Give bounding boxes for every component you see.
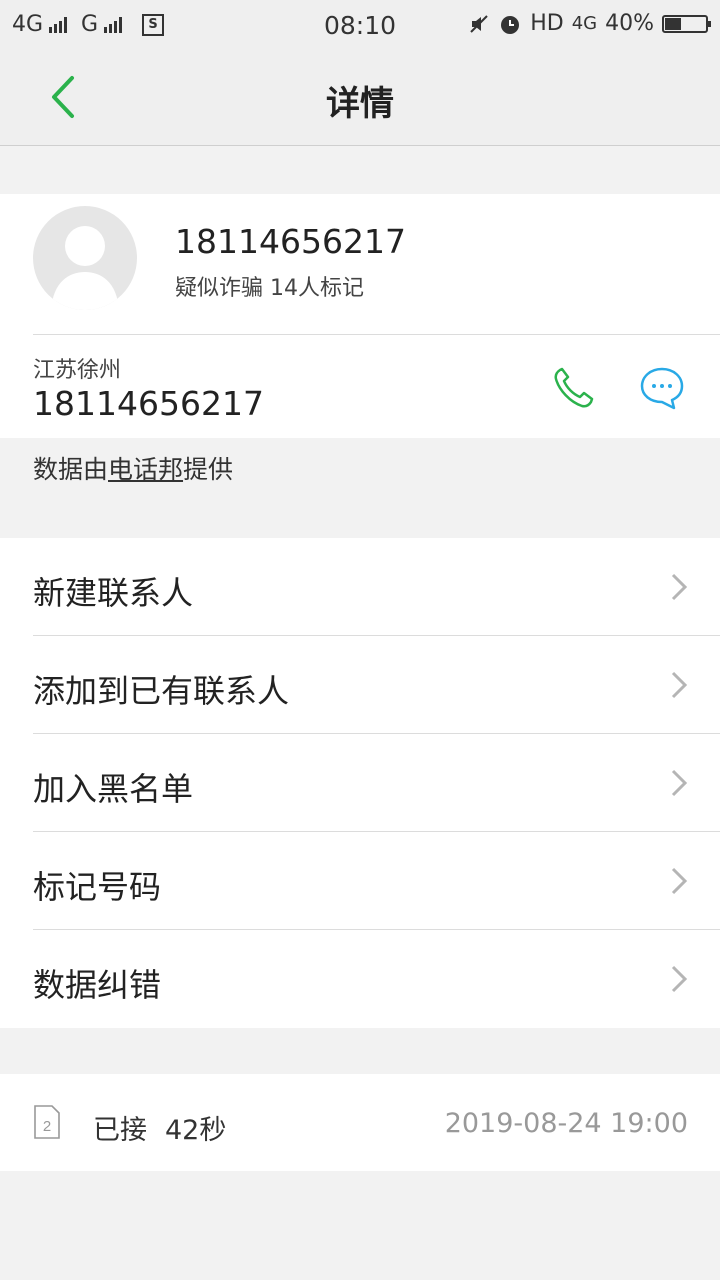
chevron-right-icon [671, 965, 688, 993]
mute-icon [470, 14, 488, 33]
menu-item-new-contact[interactable]: 新建联系人 [0, 538, 720, 636]
chevron-right-icon [671, 769, 688, 797]
hd-label: HD [530, 11, 564, 36]
action-menu: 新建联系人 添加到已有联系人 加入黑名单 标记号码 数据纠错 [0, 538, 720, 1028]
alarm-icon [501, 15, 520, 34]
caller-location: 江苏徐州 [33, 358, 122, 383]
call-duration: 42秒 [165, 1115, 227, 1146]
battery-fill [665, 17, 681, 30]
sim-card-icon: 2 [34, 1105, 60, 1139]
menu-item-mark-number[interactable]: 标记号码 [0, 832, 720, 930]
caller-number: 18114656217 [175, 222, 406, 261]
battery-percent: 40% [605, 11, 654, 36]
battery-icon [662, 14, 711, 33]
caller-card: 18114656217 疑似诈骗 14人标记 江苏徐州 18114656217 [0, 194, 720, 438]
title-bar: 详情 [0, 50, 720, 146]
message-icon[interactable] [636, 362, 688, 414]
menu-item-label: 新建联系人 [33, 574, 194, 612]
menu-item-label: 添加到已有联系人 [33, 672, 290, 710]
caller-number-detail[interactable]: 18114656217 [33, 384, 264, 423]
chevron-right-icon [671, 867, 688, 895]
page-title: 详情 [326, 84, 394, 124]
call-log-entry[interactable]: 2 已接 42秒 2019-08-24 19:00 [0, 1074, 720, 1171]
status-right: HD 4G 40% [468, 11, 711, 36]
sim-number: 2 [43, 1118, 51, 1135]
divider [33, 334, 720, 335]
call-datetime: 2019-08-24 19:00 [444, 1108, 688, 1139]
chevron-right-icon [671, 573, 688, 601]
call-status: 已接 [93, 1115, 147, 1146]
avatar-placeholder-icon [33, 206, 137, 310]
menu-item-add-to-contact[interactable]: 添加到已有联系人 [0, 636, 720, 734]
network-label-3: 4G [571, 13, 598, 34]
status-bar: 4G G S 08:10 HD 4G 40% [0, 0, 720, 50]
menu-item-label: 数据纠错 [33, 966, 162, 1004]
menu-item-data-correction[interactable]: 数据纠错 [0, 930, 720, 1028]
chevron-right-icon [671, 671, 688, 699]
phone-icon[interactable] [548, 362, 600, 414]
menu-item-label: 加入黑名单 [33, 770, 194, 808]
provider-link[interactable]: 电话邦 [108, 455, 183, 484]
menu-item-label: 标记号码 [33, 868, 162, 906]
data-provider-text: 数据由电话邦提供 [33, 450, 233, 486]
menu-item-blacklist[interactable]: 加入黑名单 [0, 734, 720, 832]
provider-prefix: 数据由 [33, 455, 109, 484]
provider-suffix: 提供 [183, 455, 234, 484]
caller-tag: 疑似诈骗 14人标记 [175, 276, 364, 301]
